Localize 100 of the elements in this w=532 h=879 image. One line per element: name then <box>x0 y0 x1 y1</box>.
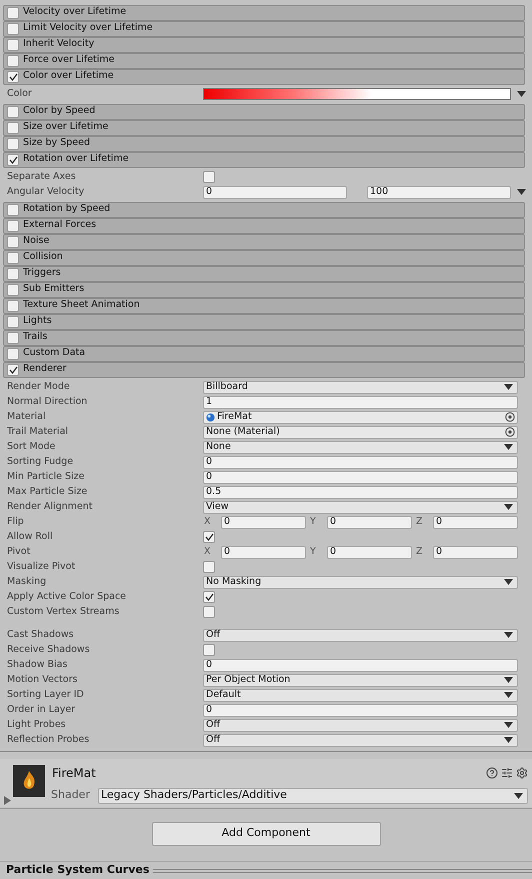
checkbox[interactable] <box>203 606 215 618</box>
object-field[interactable]: FireMat <box>203 410 518 424</box>
dropdown[interactable]: Default <box>203 688 518 702</box>
input-field[interactable]: 0 <box>203 470 518 484</box>
module-header[interactable]: Lights <box>3 314 525 330</box>
checkbox[interactable] <box>7 332 19 344</box>
caret-icon <box>504 444 513 450</box>
checkbox[interactable] <box>7 154 19 166</box>
checkbox[interactable] <box>7 204 19 216</box>
input-field[interactable]: 0 <box>327 516 412 529</box>
checkbox[interactable] <box>7 316 19 328</box>
module-header[interactable]: Color over Lifetime <box>3 68 525 85</box>
module-header[interactable]: Custom Data <box>3 346 525 362</box>
property-label: Apply Active Color Space <box>6 590 128 604</box>
checkbox[interactable] <box>7 22 19 35</box>
expand-arrow-icon[interactable] <box>4 796 11 806</box>
axis-label: X <box>203 514 212 529</box>
property-label: Separate Axes <box>6 170 77 184</box>
target-icon[interactable] <box>505 427 515 438</box>
module-header[interactable]: Size over Lifetime <box>3 120 525 136</box>
property-label: Receive Shadows <box>6 642 91 657</box>
module-header[interactable]: Noise <box>3 234 525 250</box>
axis-label: Y <box>309 514 317 529</box>
checkbox[interactable] <box>203 591 215 604</box>
dropdown[interactable]: None <box>203 440 518 454</box>
checkbox[interactable] <box>7 348 19 360</box>
sliders-icon[interactable] <box>501 767 513 780</box>
module-title: Velocity over Lifetime <box>23 5 126 20</box>
property-label: Masking <box>6 574 48 589</box>
checkbox[interactable] <box>7 106 19 118</box>
checkbox[interactable] <box>7 268 19 280</box>
checkbox[interactable] <box>7 364 19 376</box>
property-label: Sorting Fudge <box>6 454 74 469</box>
module-header[interactable]: Texture Sheet Animation <box>3 298 525 314</box>
checkbox[interactable] <box>203 531 215 544</box>
input-field[interactable]: 0 <box>221 546 306 559</box>
settings-icon[interactable] <box>516 767 528 780</box>
input-field[interactable]: 1 <box>203 396 518 409</box>
checkbox[interactable] <box>7 6 19 19</box>
module-header[interactable]: Trails <box>3 330 525 346</box>
add-component-button[interactable]: Add Component <box>152 822 380 846</box>
checkbox[interactable] <box>7 236 19 248</box>
checkbox[interactable] <box>203 644 215 656</box>
checkbox[interactable] <box>7 70 19 83</box>
input-field[interactable]: 0 <box>221 516 306 529</box>
input-field[interactable]: 0 <box>327 546 412 559</box>
input-field[interactable]: 0 <box>203 704 518 717</box>
checkbox[interactable] <box>203 561 215 574</box>
dropdown[interactable]: View <box>203 500 518 514</box>
module-header[interactable]: Color by Speed <box>3 104 525 120</box>
module-header[interactable]: Size by Speed <box>3 136 525 152</box>
module-header[interactable]: Sub Emitters <box>3 282 525 298</box>
input-field[interactable]: 100 <box>367 186 511 199</box>
checkbox[interactable] <box>7 38 19 51</box>
module-header[interactable]: Rotation by Speed <box>3 202 525 218</box>
help-icon[interactable] <box>486 767 498 780</box>
input-field[interactable]: 0 <box>203 658 518 672</box>
module-header[interactable]: Inherit Velocity <box>3 36 525 53</box>
caret-icon <box>514 792 523 799</box>
property-label: Sort Mode <box>6 440 56 454</box>
module-title: Color by Speed <box>23 104 96 118</box>
input-field[interactable]: 0 <box>433 546 518 559</box>
checkbox[interactable] <box>7 252 19 264</box>
module-title: Triggers <box>23 266 61 280</box>
module-header[interactable]: External Forces <box>3 218 525 234</box>
input-field[interactable]: 0 <box>203 186 347 199</box>
axis-label: Z <box>415 514 424 529</box>
module-header[interactable]: Renderer <box>3 362 525 378</box>
module-title: Limit Velocity over Lifetime <box>23 21 153 36</box>
property-label: Visualize Pivot <box>6 560 76 574</box>
dropdown[interactable]: Off <box>203 628 518 642</box>
input-field[interactable]: 0 <box>203 456 518 469</box>
input-field[interactable]: 0.5 <box>203 486 518 499</box>
checkbox[interactable] <box>203 171 215 184</box>
module-header[interactable]: Triggers <box>3 266 525 282</box>
module-header[interactable]: Limit Velocity over Lifetime <box>3 20 525 37</box>
module-title: Lights <box>23 314 52 328</box>
module-header[interactable]: Force over Lifetime <box>3 52 525 69</box>
property-label: Min Particle Size <box>6 470 86 484</box>
caret-icon <box>504 384 513 390</box>
checkbox[interactable] <box>7 54 19 67</box>
checkbox[interactable] <box>7 122 19 134</box>
checkbox[interactable] <box>7 220 19 232</box>
module-header[interactable]: Rotation over Lifetime <box>3 152 525 168</box>
module-header[interactable]: Collision <box>3 250 525 266</box>
input-field[interactable]: 0 <box>433 516 518 529</box>
target-icon[interactable] <box>505 412 515 422</box>
dropdown[interactable]: Off <box>203 734 518 747</box>
dropdown[interactable]: Per Object Motion <box>203 674 518 687</box>
module-header[interactable]: Velocity over Lifetime <box>3 4 525 21</box>
section-title: Particle System Curves <box>6 862 150 878</box>
object-field[interactable]: None (Material) <box>203 426 518 439</box>
dropdown[interactable]: Billboard <box>203 380 518 394</box>
dropdown[interactable]: Off <box>203 718 518 732</box>
checkbox[interactable] <box>7 300 19 312</box>
checkbox[interactable] <box>7 138 19 150</box>
gradient-field[interactable] <box>203 88 511 100</box>
checkbox[interactable] <box>7 284 19 296</box>
dropdown[interactable]: No Masking <box>203 576 518 589</box>
shader-dropdown[interactable]: Legacy Shaders/Particles/Additive <box>98 788 528 804</box>
